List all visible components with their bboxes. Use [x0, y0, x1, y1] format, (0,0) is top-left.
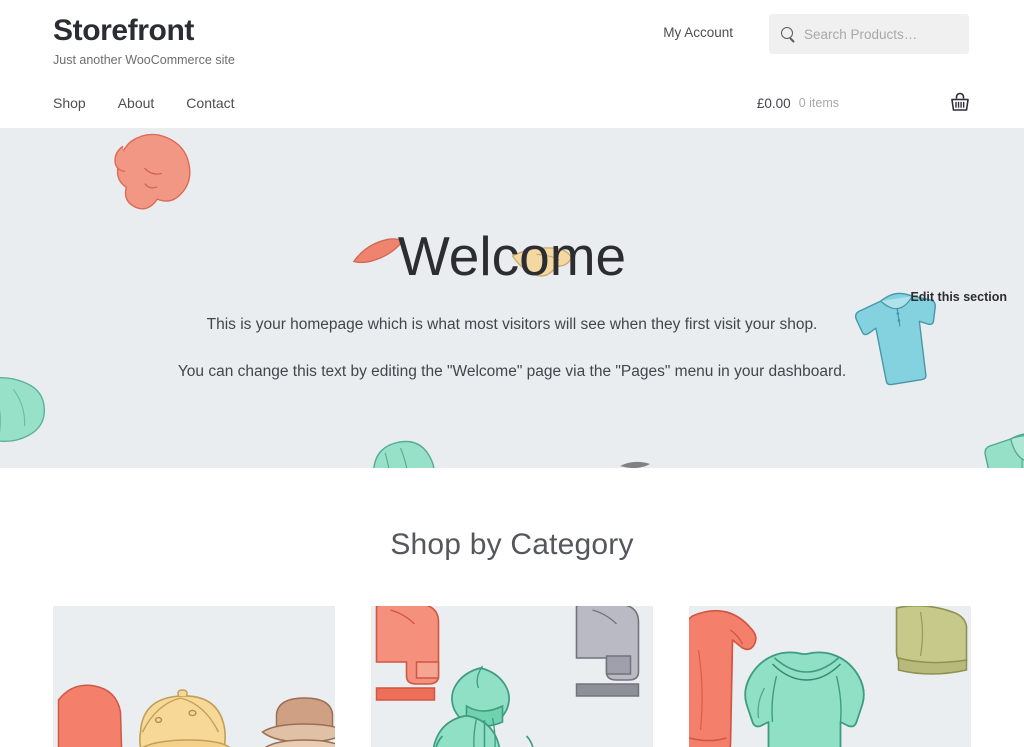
site-title[interactable]: Storefront — [53, 14, 235, 49]
storefront-homepage: Storefront Just another WooCommerce site… — [0, 0, 1024, 747]
category-grid: Watercolour illustration of baseball cap… — [0, 606, 1024, 747]
hero-section: Edit this section Welcome This is your h… — [0, 128, 1024, 468]
site-header: Storefront Just another WooCommerce site… — [0, 0, 1024, 128]
primary-navigation-row: Shop About Contact £0.00 0 items — [0, 78, 1024, 128]
hero-paragraph-2: You can change this text by editing the … — [177, 363, 847, 381]
category-card-caps[interactable]: Watercolour illustration of baseball cap… — [53, 606, 335, 747]
my-account-link[interactable]: My Account — [663, 25, 733, 40]
nav-item-about[interactable]: About — [118, 95, 177, 111]
category-card-hoodies[interactable]: Watercolour illustration of hooded sweat… — [371, 606, 653, 747]
section-title-shop-by-category: Shop by Category — [390, 528, 634, 561]
search-input[interactable] — [804, 26, 981, 42]
header-top-row: Storefront Just another WooCommerce site… — [0, 0, 1024, 78]
nav-item-contact[interactable]: Contact — [186, 95, 256, 111]
primary-nav: Shop About Contact — [53, 78, 267, 128]
shopping-basket-icon[interactable] — [949, 92, 971, 114]
edit-this-section-button[interactable]: Edit this section — [906, 287, 1011, 307]
cart-item-count: 0 items — [798, 96, 839, 110]
search-icon — [781, 27, 795, 41]
cart-area[interactable]: £0.00 0 items — [757, 78, 971, 128]
hero-content: Welcome This is your homepage which is w… — [0, 226, 1024, 385]
my-account-label: My Account — [663, 25, 733, 40]
product-search-form[interactable] — [769, 14, 981, 54]
hero-title: Welcome — [397, 225, 627, 287]
site-tagline: Just another WooCommerce site — [53, 52, 235, 67]
hero-paragraph-1: This is your homepage which is what most… — [206, 315, 818, 333]
shop-by-category-section: Shop by Category Watercolour illustratio… — [0, 528, 1024, 747]
category-card-tshirts[interactable]: Watercolour illustration of t-shirts and… — [689, 606, 971, 747]
cart-total-amount: £0.00 — [756, 95, 791, 111]
nav-item-shop[interactable]: Shop — [53, 95, 108, 111]
site-branding[interactable]: Storefront Just another WooCommerce site — [53, 14, 235, 67]
